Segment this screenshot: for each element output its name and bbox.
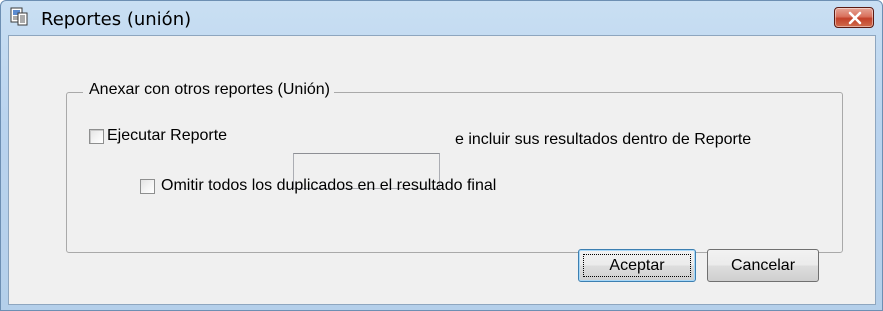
include-results-text: e incluir sus resultados dentro de Repor… [455,131,752,148]
report-window-icon [9,7,29,27]
close-icon [848,11,862,25]
dialog-window: Reportes (unión) Anexar con otros report… [0,0,883,311]
omit-duplicates-checkbox[interactable] [140,179,155,194]
omit-duplicates-label[interactable]: Omitir todos los duplicados en el result… [161,177,496,195]
union-group-label: Anexar con otros reportes (Unión) [83,81,334,99]
title-bar[interactable]: Reportes (unión) [1,1,882,35]
close-button[interactable] [834,7,874,28]
accept-button[interactable]: Aceptar [578,249,696,282]
window-title: Reportes (unión) [41,9,192,30]
cancel-button[interactable]: Cancelar [707,249,819,282]
execute-report-label[interactable]: Ejecutar Reporte [107,127,227,145]
execute-report-checkbox[interactable] [89,129,104,144]
accept-button-label: Aceptar [609,257,665,274]
cancel-button-label: Cancelar [730,257,796,274]
dialog-client-area: Anexar con otros reportes (Unión) Ejecut… [8,35,876,305]
union-groupbox [66,92,843,253]
